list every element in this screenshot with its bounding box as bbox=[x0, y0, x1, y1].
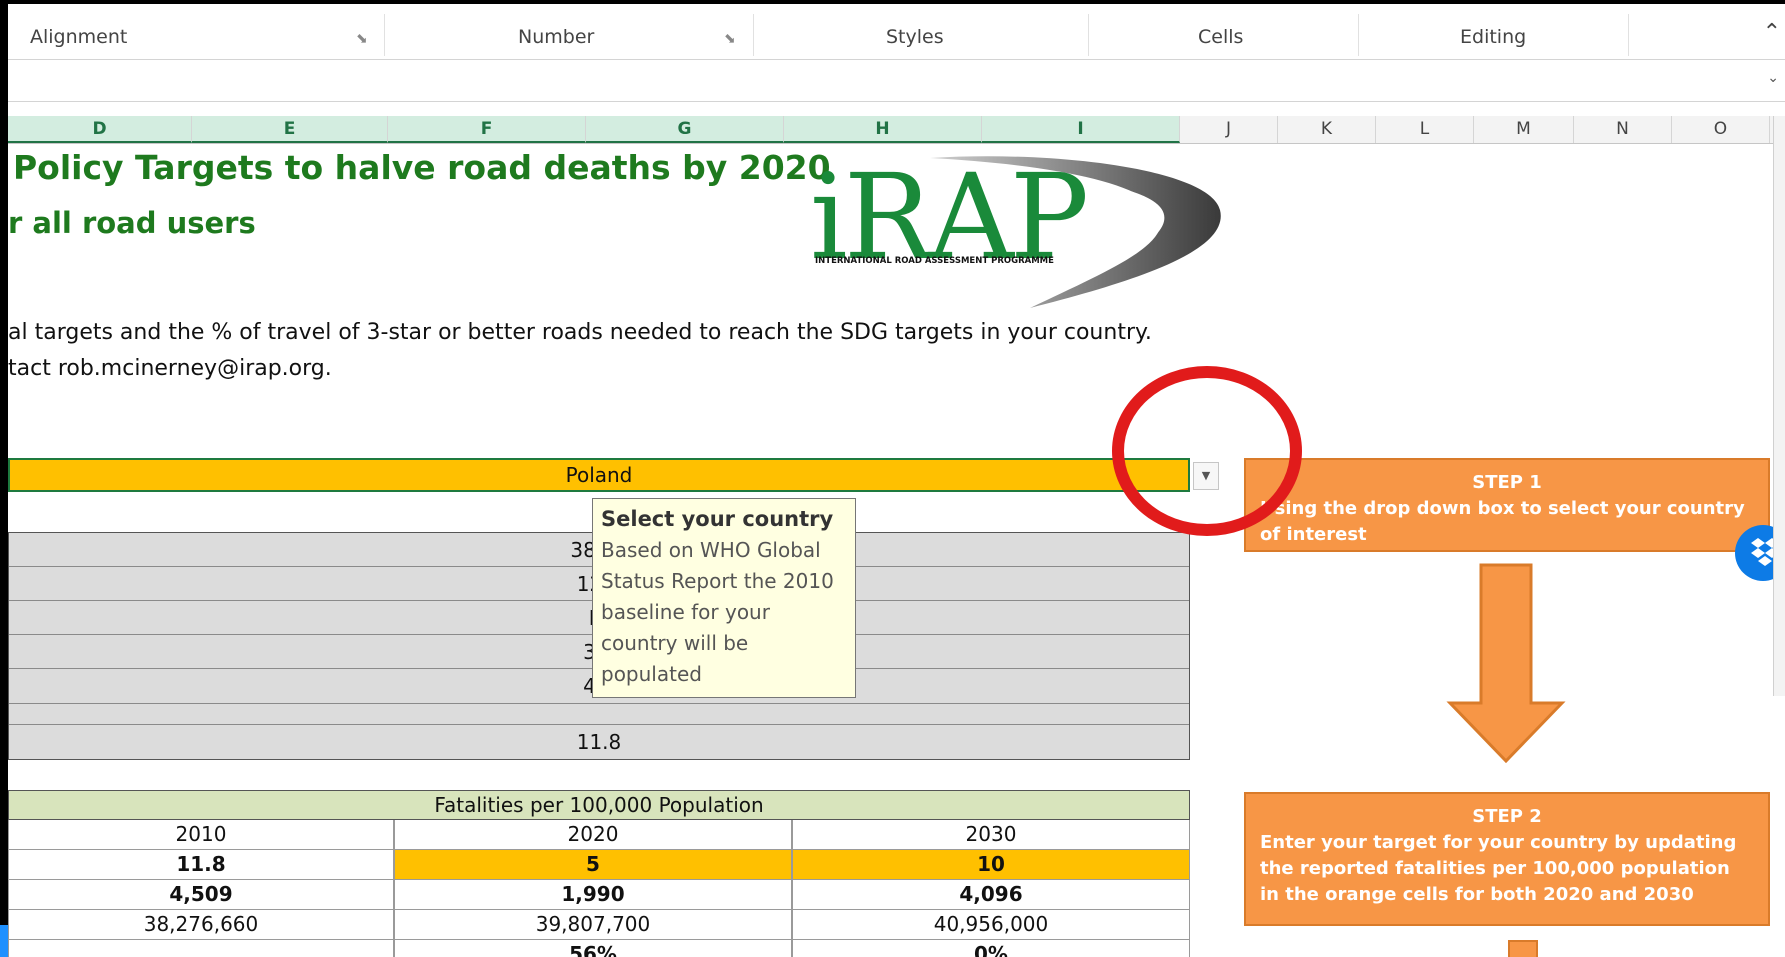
vertical-scrollbar[interactable] bbox=[1773, 116, 1785, 696]
ribbon-group-editing: Editing bbox=[1460, 26, 1527, 48]
column-header-e[interactable]: E bbox=[192, 116, 388, 143]
chevron-up-icon[interactable]: ⌃ bbox=[1763, 20, 1781, 45]
column-header-d[interactable]: D bbox=[8, 116, 192, 143]
rate-input-2030[interactable]: 10 bbox=[792, 850, 1190, 880]
column-header-g[interactable]: G bbox=[586, 116, 784, 143]
percent-cell[interactable] bbox=[8, 940, 394, 957]
number-launcher-icon[interactable]: ⬊ bbox=[724, 31, 736, 47]
step-2-text: Enter your target for your country by up… bbox=[1260, 832, 1737, 905]
population-cell[interactable]: 38,276,660 bbox=[8, 910, 394, 940]
deaths-cell[interactable]: 1,990 bbox=[394, 880, 792, 910]
step-1-title: STEP 1 bbox=[1472, 472, 1542, 493]
ribbon-separator bbox=[1628, 14, 1629, 56]
description-line-1: al targets and the % of travel of 3-star… bbox=[8, 320, 1152, 345]
percent-cell[interactable]: 56% bbox=[394, 940, 792, 957]
ribbon-separator bbox=[1358, 14, 1359, 56]
tooltip-body: Based on WHO Global Status Report the 20… bbox=[601, 538, 834, 686]
ribbon: Alignment ⬊ Number ⬊ Styles Cells Editin… bbox=[0, 0, 1785, 60]
window-edge bbox=[0, 0, 8, 957]
column-header-f[interactable]: F bbox=[388, 116, 586, 143]
column-header-l[interactable]: L bbox=[1376, 116, 1474, 143]
population-cell[interactable]: 39,807,700 bbox=[394, 910, 792, 940]
baseline-row[interactable]: 11.8 bbox=[9, 725, 1189, 759]
irap-logo-subtitle: INTERNATIONAL ROAD ASSESSMENT PROGRAMME bbox=[815, 256, 1054, 266]
table-row: 56% 0% bbox=[8, 940, 1190, 957]
ribbon-separator bbox=[1088, 14, 1089, 56]
deaths-cell[interactable]: 4,509 bbox=[8, 880, 394, 910]
ribbon-group-alignment: Alignment bbox=[30, 26, 128, 48]
percent-cell[interactable]: 0% bbox=[792, 940, 1190, 957]
ribbon-group-number: Number bbox=[518, 26, 595, 48]
step-2-box: STEP 2 Enter your target for your countr… bbox=[1244, 792, 1770, 926]
ribbon-group-cells: Cells bbox=[1198, 26, 1244, 48]
rate-input-2020[interactable]: 5 bbox=[394, 850, 792, 880]
formula-bar[interactable]: ⌄ bbox=[8, 60, 1785, 102]
year-cell[interactable]: 2010 bbox=[8, 820, 394, 850]
ribbon-group-styles: Styles bbox=[886, 26, 944, 48]
baseline-row[interactable] bbox=[9, 703, 1189, 725]
taskbar-edge bbox=[0, 925, 8, 957]
ribbon-separator bbox=[384, 14, 385, 56]
country-select-cell[interactable]: Poland bbox=[8, 458, 1190, 492]
column-header-i[interactable]: I bbox=[982, 116, 1180, 143]
year-cell[interactable]: 2020 bbox=[394, 820, 792, 850]
step-2-title: STEP 2 bbox=[1472, 806, 1542, 827]
column-header-k[interactable]: K bbox=[1278, 116, 1376, 143]
down-arrow-icon bbox=[1508, 940, 1538, 957]
population-cell[interactable]: 40,956,000 bbox=[792, 910, 1190, 940]
input-message-tooltip: Select your country Based on WHO Global … bbox=[592, 498, 856, 698]
down-arrow-icon bbox=[1446, 563, 1566, 763]
fatalities-table-header: Fatalities per 100,000 Population bbox=[8, 790, 1190, 820]
ribbon-separator bbox=[753, 14, 754, 56]
description-line-2: tact rob.mcinerney@irap.org. bbox=[8, 356, 332, 381]
column-header-bar: D E F G H I J K L M N O bbox=[8, 116, 1785, 144]
column-header-m[interactable]: M bbox=[1474, 116, 1574, 143]
column-header-n[interactable]: N bbox=[1574, 116, 1672, 143]
chevron-down-icon[interactable]: ⌄ bbox=[1767, 70, 1779, 86]
rate-cell[interactable]: 11.8 bbox=[8, 850, 394, 880]
sheet-subtitle: r all road users bbox=[8, 206, 256, 240]
table-row: 38,276,660 39,807,700 40,956,000 bbox=[8, 910, 1190, 940]
fatalities-table: Fatalities per 100,000 Population 2010 2… bbox=[8, 790, 1190, 957]
deaths-cell[interactable]: 4,096 bbox=[792, 880, 1190, 910]
table-row: 2010 2020 2030 bbox=[8, 820, 1190, 850]
column-header-o[interactable]: O bbox=[1672, 116, 1770, 143]
alignment-launcher-icon[interactable]: ⬊ bbox=[356, 31, 368, 47]
table-row: 4,509 1,990 4,096 bbox=[8, 880, 1190, 910]
highlight-circle bbox=[1112, 366, 1302, 536]
tooltip-title: Select your country bbox=[601, 507, 834, 531]
column-header-h[interactable]: H bbox=[784, 116, 982, 143]
sheet-title: Policy Targets to halve road deaths by 2… bbox=[13, 148, 831, 187]
year-cell[interactable]: 2030 bbox=[792, 820, 1190, 850]
step-1-box: STEP 1 Using the drop down box to select… bbox=[1244, 458, 1770, 552]
step-1-text: Using the drop down box to select your c… bbox=[1260, 498, 1745, 545]
table-row: 11.8 5 10 bbox=[8, 850, 1190, 880]
column-header-j[interactable]: J bbox=[1180, 116, 1278, 143]
excel-window: Alignment ⬊ Number ⬊ Styles Cells Editin… bbox=[0, 0, 1785, 957]
